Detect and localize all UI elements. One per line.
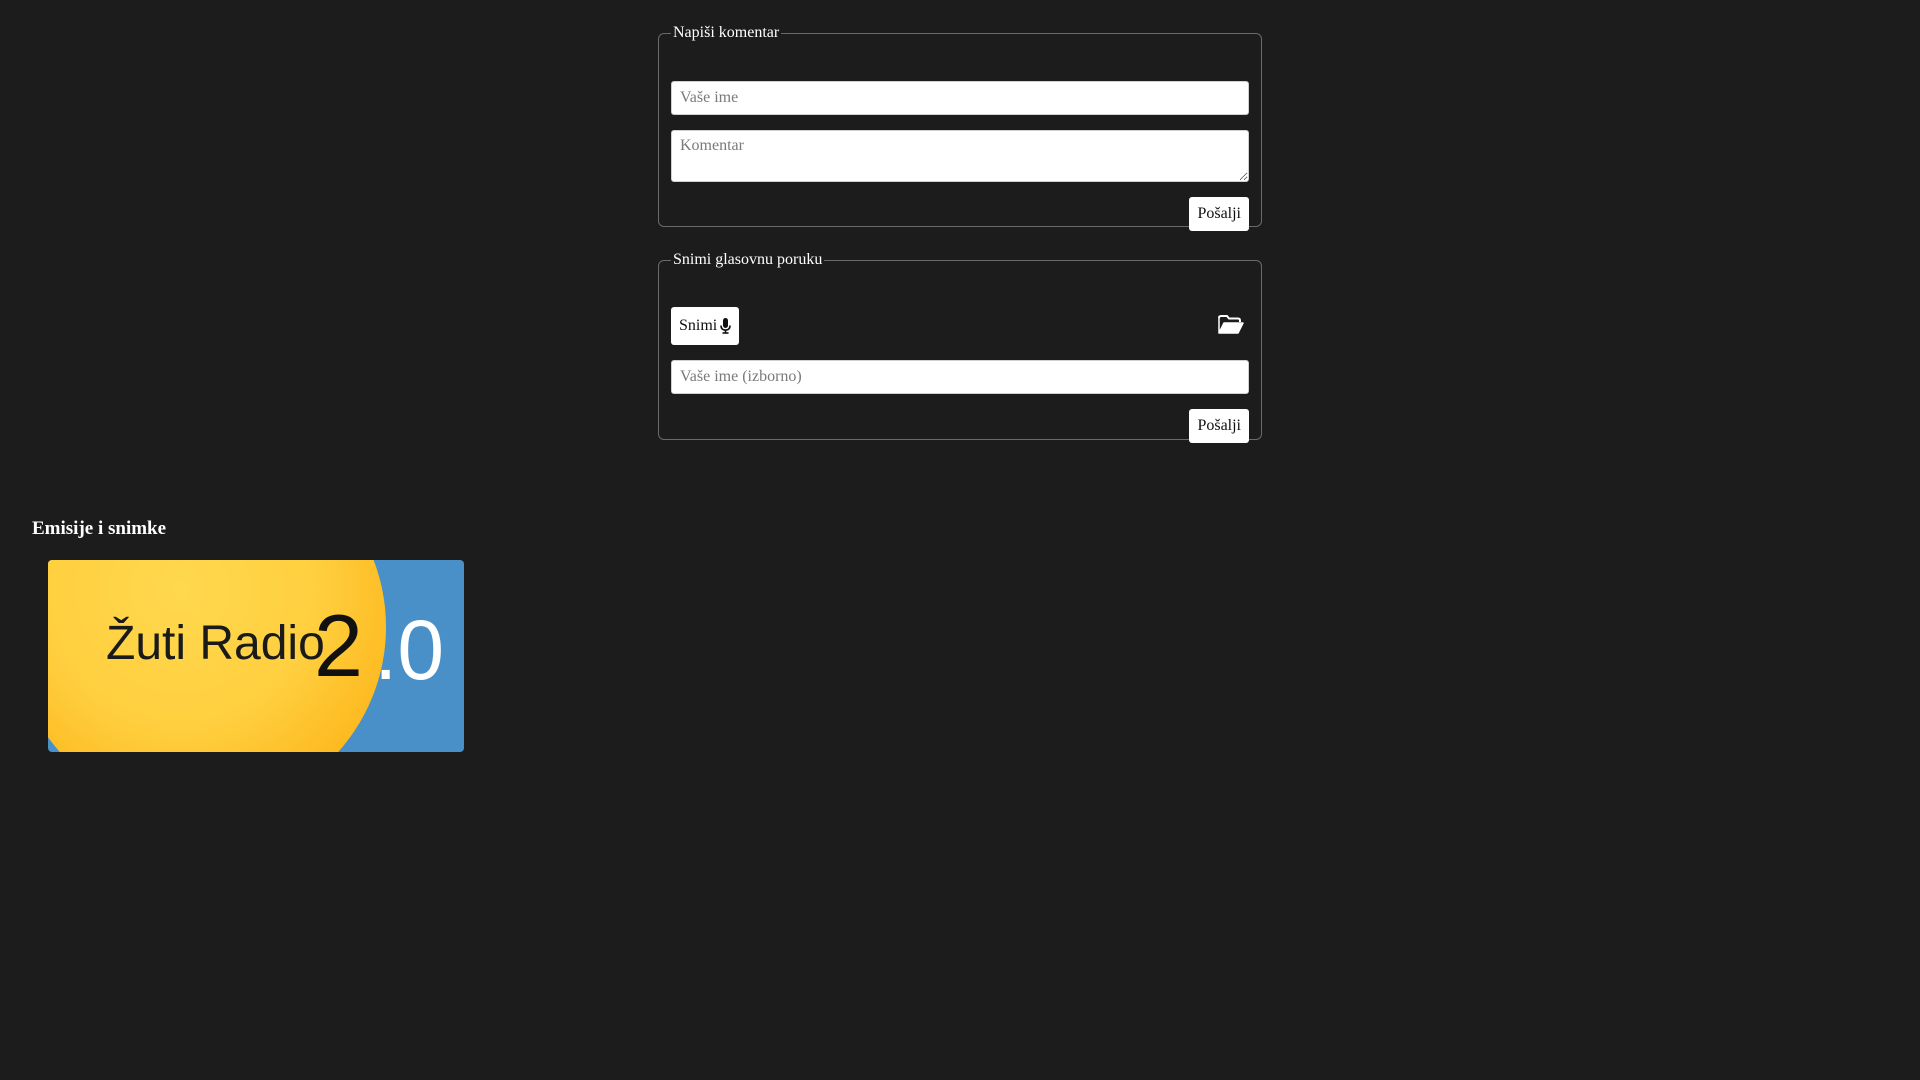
- microphone-icon: [720, 318, 732, 334]
- comment-send-button[interactable]: Pošalji: [1189, 197, 1249, 231]
- logo-suffix: .0: [374, 603, 445, 697]
- voice-name-input[interactable]: [671, 360, 1249, 394]
- comment-form: Napiši komentar Pošalji: [658, 24, 1262, 231]
- comment-form-legend: Napiši komentar: [673, 24, 780, 41]
- comment-textarea[interactable]: [671, 130, 1249, 182]
- logo-number: 2: [314, 596, 363, 695]
- record-label: Snimi: [679, 317, 718, 334]
- section-heading: Emisije i snimke: [32, 518, 167, 539]
- name-input[interactable]: [671, 81, 1249, 115]
- voice-form-legend: Snimi glasovnu poruku: [673, 251, 823, 268]
- logo-title: Žuti Radio: [106, 617, 325, 670]
- upload-file-button[interactable]: [1217, 313, 1245, 339]
- voice-send-button[interactable]: Pošalji: [1189, 409, 1249, 443]
- show-card-zuti-radio[interactable]: Žuti Radio 2 .0: [48, 560, 464, 752]
- record-button[interactable]: Snimi: [671, 307, 740, 345]
- voice-message-form: Snimi glasovnu poruku Snimi Pošalji: [658, 251, 1262, 443]
- folder-open-icon: [1218, 314, 1244, 338]
- page: Napiši komentar Pošalji Snimi glasovnu p…: [0, 0, 1920, 1080]
